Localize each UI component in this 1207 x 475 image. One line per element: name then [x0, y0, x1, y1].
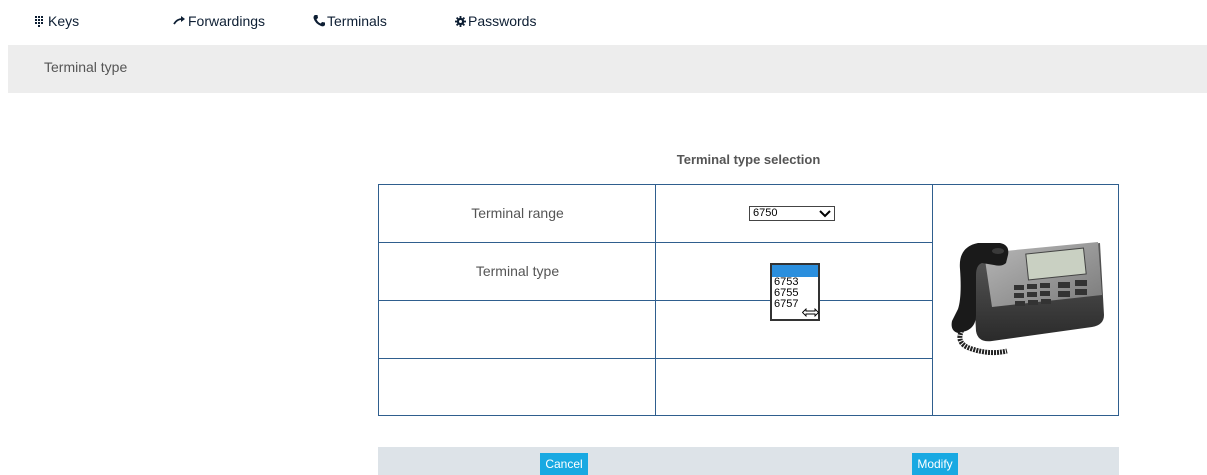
modify-button[interactable]: Modify: [912, 453, 958, 475]
desk-phone-image: [951, 242, 1104, 356]
breadcrumb: Terminal type: [44, 59, 128, 75]
nav-passwords-label: Passwords: [468, 13, 537, 29]
phone-image-cell: [932, 185, 1118, 415]
nav-keys[interactable]: Keys: [35, 13, 79, 29]
phone-icon: [313, 15, 325, 27]
action-bar: Cancel Modify: [378, 447, 1119, 475]
terminal-range-label: Terminal range: [471, 205, 564, 221]
nav-terminals[interactable]: Terminals: [313, 13, 387, 29]
top-nav: Keys Forwardings Terminals Passwords: [0, 0, 1207, 44]
resize-cursor-icon: [802, 308, 819, 317]
row-divider: [379, 300, 932, 301]
breadcrumb-bar: Terminal type: [8, 45, 1207, 93]
terminal-type-label: Terminal type: [475, 263, 560, 279]
keypad-icon: [35, 15, 43, 27]
nav-passwords[interactable]: Passwords: [455, 13, 536, 29]
gear-icon: [455, 15, 466, 27]
terminal-range-value: 6750: [753, 207, 778, 219]
terminal-selection-table: Terminal range Terminal type 6750 6753 6…: [378, 184, 1119, 416]
nav-terminals-label: Terminals: [327, 13, 387, 29]
terminal-range-select[interactable]: 6750: [749, 206, 835, 221]
section-title-text: Terminal type selection: [676, 152, 821, 167]
nav-forwardings[interactable]: Forwardings: [173, 13, 265, 29]
chevron-down-icon: [819, 210, 831, 218]
section-title: Terminal type selection: [378, 152, 1119, 167]
cancel-button[interactable]: Cancel: [540, 453, 588, 475]
forward-arrow-icon: [173, 16, 185, 25]
row-divider: [379, 358, 932, 359]
nav-forwardings-label: Forwardings: [188, 13, 266, 29]
row-divider: [379, 242, 932, 243]
nav-keys-label: Keys: [48, 13, 80, 29]
terminal-type-listbox[interactable]: 6753 6755 6757: [770, 263, 820, 321]
